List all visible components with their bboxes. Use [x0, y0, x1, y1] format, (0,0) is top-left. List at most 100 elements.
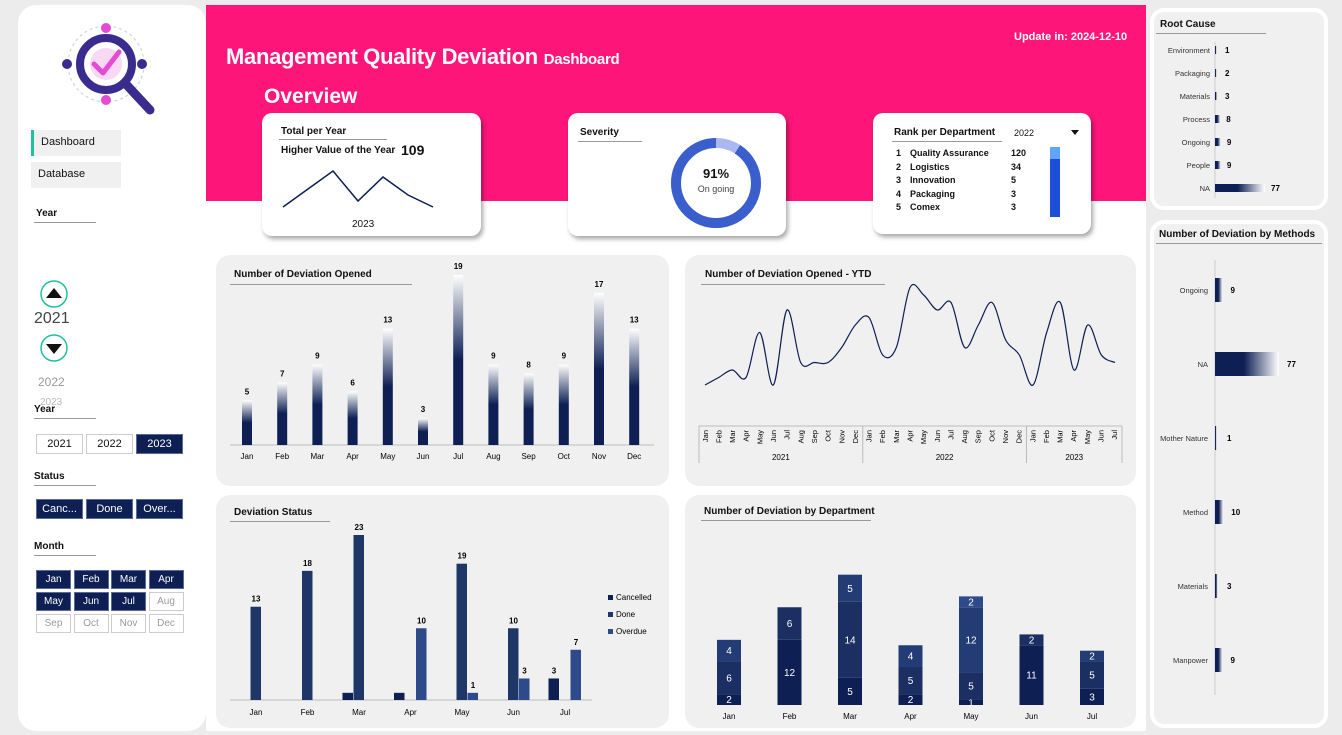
data-label: 5	[847, 687, 853, 698]
x-tick-label: Jan	[1028, 430, 1037, 442]
month-slicer-jul[interactable]: Jul	[111, 592, 146, 611]
month-slicer-sep[interactable]: Sep	[36, 614, 71, 633]
legend-label: Overdue	[616, 627, 647, 636]
opened-chart-panel: Number of Deviation Opened 5 Jan 7 Feb 9 Mar 6…	[216, 255, 669, 486]
x-tick-label: Apr	[904, 712, 917, 721]
year-down-button[interactable]	[39, 333, 69, 363]
bar-done	[250, 606, 261, 700]
x-tick-label: Jan	[865, 430, 874, 442]
x-tick-label: Feb	[783, 712, 797, 721]
x-tick-label: Apr	[905, 429, 914, 441]
bar-overdue	[519, 678, 530, 700]
x-tick-label: Jul	[1110, 430, 1119, 440]
y-tick-label: Environment	[1168, 46, 1211, 55]
data-label: 1	[1227, 434, 1232, 443]
year-up-button[interactable]	[39, 279, 69, 309]
status-slicer-overdue[interactable]: Over...	[136, 499, 183, 519]
y-tick-label: Packaging	[1175, 69, 1210, 78]
month-slicer-jun[interactable]: Jun	[73, 592, 109, 611]
bar-done	[302, 570, 313, 700]
month-slicer-aug[interactable]: Aug	[148, 592, 184, 611]
nav-dashboard-button[interactable]: Dashboard	[31, 130, 121, 156]
ytd-line-chart: Jan Feb Mar Apr May Jun Jul Aug Sep Oct Nov Dec Jan F…	[698, 283, 1123, 463]
bar-jun	[418, 418, 428, 445]
x-tick-label: Jun	[417, 452, 430, 461]
data-label: 17	[595, 280, 604, 289]
data-label: 5	[908, 676, 914, 687]
data-label: 77	[1271, 184, 1280, 193]
kpi-total-title: Total per Year	[281, 126, 347, 137]
data-label: 10	[1231, 508, 1240, 517]
ytd-series-line	[704, 283, 1116, 386]
x-tick-label: Jul	[783, 430, 792, 440]
month-slicer-mar[interactable]: Mar	[111, 570, 146, 589]
year-slicer-2022[interactable]: 2022	[86, 434, 133, 454]
year-picker-next: 2022	[38, 375, 65, 389]
chevron-down-icon[interactable]	[1071, 130, 1079, 136]
month-slicer-oct[interactable]: Oct	[73, 614, 109, 633]
year-slicer-2021[interactable]: 2021	[36, 434, 83, 454]
x-group-label: 2023	[1065, 453, 1083, 462]
month-slicer-jan[interactable]: Jan	[36, 570, 71, 589]
data-label: 6	[787, 619, 793, 630]
department-chart-panel: Number of Deviation by Department 2 6 4 Jan…	[685, 495, 1136, 728]
month-slicer-nov[interactable]: Nov	[111, 614, 146, 633]
x-tick-label: Jul	[1087, 712, 1097, 721]
bar-mar	[312, 364, 323, 445]
month-slicer-apr[interactable]: Apr	[148, 570, 184, 589]
y-tick-label: Method	[1183, 508, 1208, 517]
bar-manpower	[1215, 648, 1223, 672]
x-tick-label: May	[755, 430, 764, 444]
update-date: Update in: 2024-12-10	[1014, 31, 1128, 43]
bar-na	[1215, 352, 1279, 376]
x-tick-label: Jan	[701, 430, 710, 442]
bar-mother-nature	[1215, 426, 1217, 450]
year-slicer-2023[interactable]: 2023	[136, 434, 183, 454]
x-tick-label: Mar	[892, 430, 901, 443]
bar-done	[456, 563, 467, 700]
x-tick-label: Jul	[946, 430, 955, 440]
overview-heading: Overview	[264, 85, 358, 108]
kpi-severity-title: Severity	[580, 127, 619, 138]
kpi-rank-title: Rank per Department	[894, 127, 996, 138]
y-tick-label: Ongoing	[1180, 286, 1208, 295]
month-slicer-dec[interactable]: Dec	[148, 614, 184, 633]
data-label: 13	[383, 316, 392, 325]
nav-database-button[interactable]: Database	[31, 162, 121, 188]
x-tick-label: Jun	[769, 430, 778, 442]
x-tick-label: Apr	[404, 708, 417, 717]
y-tick-label: Materials	[1180, 92, 1211, 101]
data-label: 2	[1089, 652, 1095, 663]
x-group-label: 2021	[772, 453, 790, 462]
rank-year-select[interactable]: 2022	[1014, 128, 1034, 138]
x-tick-label: Feb	[275, 452, 289, 461]
quality-logo-icon	[62, 23, 155, 115]
data-label: 13	[630, 316, 639, 325]
month-slicer-feb[interactable]: Feb	[73, 570, 109, 589]
data-label: 5	[968, 681, 974, 692]
data-label: 1	[1225, 46, 1230, 55]
x-tick-label: Dec	[1015, 430, 1024, 444]
data-label: 8	[1226, 115, 1231, 124]
kpi-total-label: Higher Value of the Year	[281, 145, 396, 156]
data-label: 4	[908, 652, 914, 663]
data-label: 14	[844, 635, 856, 646]
bar-may	[382, 328, 393, 445]
data-label: 3	[1227, 582, 1232, 591]
x-tick-label: Jun	[507, 708, 520, 717]
legend-label: Done	[616, 610, 636, 619]
bar-feb	[277, 382, 288, 445]
bar-cancelled	[548, 678, 559, 700]
x-tick-label: Dec	[627, 452, 641, 461]
status-slicer-cancelled[interactable]: Canc...	[36, 499, 83, 519]
bar-overdue	[416, 628, 427, 700]
status-slicer-label: Status	[34, 471, 65, 482]
x-tick-label: Mar	[311, 452, 325, 461]
bar-overdue	[570, 649, 581, 700]
status-slicer-done[interactable]: Done	[86, 499, 133, 519]
month-slicer-may[interactable]: May	[36, 592, 71, 611]
root-cause-bar-chart: Environment 1 Packaging 2 Materials 3 Process 8…	[1168, 42, 1280, 198]
data-label: 2	[908, 695, 914, 706]
severity-value: 91%	[702, 166, 730, 181]
kpi-severity-card: Severity 91% On going	[568, 113, 786, 236]
